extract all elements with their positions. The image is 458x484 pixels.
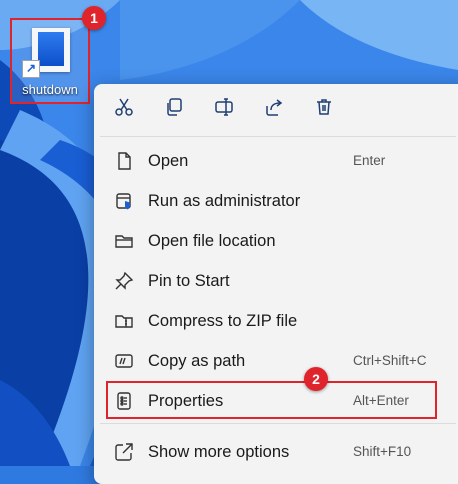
share-icon — [266, 99, 283, 116]
menu-item-show-more-options[interactable]: Show more options Shift+F10 — [94, 432, 458, 472]
menu-item-shortcut: Shift+F10 — [353, 444, 412, 459]
menu-item-label: Run as administrator — [148, 192, 301, 210]
rename-button[interactable] — [210, 94, 238, 120]
highlight-box-properties — [106, 381, 437, 419]
zip-folder-icon — [115, 315, 133, 328]
menu-item-open-file-location[interactable]: Open file location — [94, 221, 458, 261]
highlight-box-shortcut — [10, 18, 90, 104]
share-button[interactable] — [260, 94, 288, 120]
trash-icon — [317, 99, 331, 115]
menu-item-label: Pin to Start — [148, 272, 230, 290]
delete-button[interactable] — [310, 94, 338, 120]
menu-separator — [100, 136, 456, 137]
menu-item-compress-to-zip[interactable]: Compress to ZIP file — [94, 301, 458, 341]
context-menu-toolbar — [94, 84, 458, 130]
menu-item-label: Compress to ZIP file — [148, 312, 298, 330]
copy-icon — [167, 98, 182, 116]
callout-1: 1 — [82, 6, 106, 30]
menu-item-label: Copy as path — [148, 352, 246, 370]
menu-item-shortcut: Ctrl+Shift+C — [353, 353, 427, 368]
menu-separator — [100, 423, 456, 424]
more-options-icon — [115, 443, 133, 461]
menu-item-label: Show more options — [148, 443, 290, 461]
menu-item-label: Open — [148, 152, 189, 170]
rename-icon — [215, 98, 233, 116]
scissors-icon — [115, 98, 133, 116]
pin-icon — [115, 271, 134, 290]
cut-button[interactable] — [110, 94, 138, 120]
folder-icon — [115, 235, 133, 248]
menu-item-label: Open file location — [148, 232, 276, 250]
copy-button[interactable] — [160, 94, 188, 120]
document-icon — [118, 152, 131, 170]
context-menu: Open Enter Run as administrator Open fil… — [94, 84, 458, 484]
menu-item-run-as-administrator[interactable]: Run as administrator — [94, 181, 458, 221]
menu-item-copy-as-path[interactable]: Copy as path Ctrl+Shift+C — [94, 341, 458, 381]
callout-2: 2 — [304, 367, 328, 391]
menu-item-shortcut: Enter — [353, 153, 386, 168]
shield-icon — [116, 193, 131, 210]
path-icon — [115, 354, 133, 368]
menu-item-open[interactable]: Open Enter — [94, 141, 458, 181]
menu-item-pin-to-start[interactable]: Pin to Start — [94, 261, 458, 301]
